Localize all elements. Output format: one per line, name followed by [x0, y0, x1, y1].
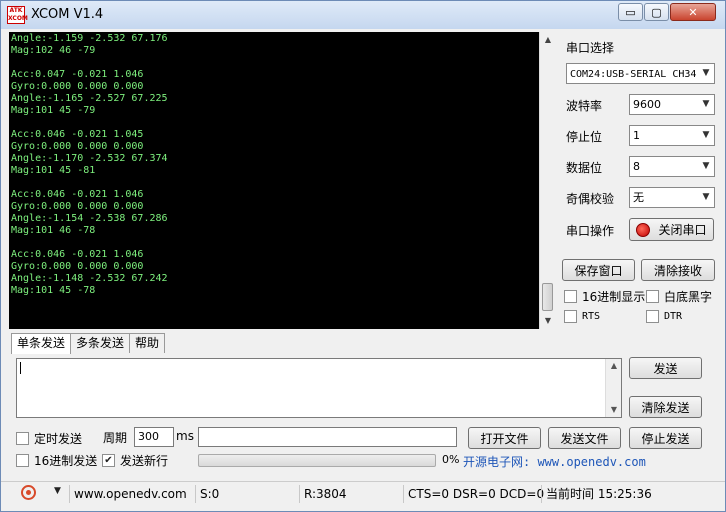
window-title: XCOM V1.4 — [31, 7, 104, 22]
save-window-button[interactable]: 保存窗口 — [562, 259, 635, 281]
stopbit-select[interactable]: 1 ▼ — [629, 125, 715, 146]
port-select[interactable]: COM24:USB-SERIAL CH34 ▼ — [566, 63, 715, 84]
clear-send-button[interactable]: 清除发送 — [629, 396, 702, 418]
period-input[interactable]: 300 — [134, 427, 174, 447]
period-label: 周期 — [103, 431, 128, 445]
status-time: 当前时间 15:25:36 — [541, 485, 721, 503]
scroll-down-icon[interactable]: ▼ — [540, 313, 556, 329]
rts-checkbox[interactable]: RTS — [564, 310, 600, 323]
open-file-button[interactable]: 打开文件 — [468, 427, 541, 449]
receive-area[interactable]: Angle:-1.159 -2.532 67.176 Mag:102 46 -7… — [9, 32, 539, 329]
parity-select[interactable]: 无 ▼ — [629, 187, 715, 208]
receive-scrollbar[interactable]: ▲ ▼ — [539, 32, 555, 329]
status-bar: www.openedv.com S:0 R:3804 CTS=0 DSR=0 D… — [1, 481, 725, 505]
tab-multi-send[interactable]: 多条发送 — [70, 333, 131, 353]
check-icon: ✔ — [102, 454, 115, 467]
progress-text: 0% — [442, 453, 460, 466]
minimize-button[interactable]: ▭ — [618, 3, 643, 21]
scroll-up-icon[interactable]: ▲ — [540, 32, 556, 48]
scroll-thumb[interactable] — [542, 283, 553, 311]
chevron-down-icon: ▼ — [702, 161, 710, 171]
baud-select[interactable]: 9600 ▼ — [629, 94, 715, 115]
chevron-down-icon: ▼ — [702, 192, 710, 202]
chevron-down-icon: ▼ — [702, 99, 710, 109]
baud-label: 波特率 — [566, 99, 603, 113]
chevron-down-icon: ▼ — [702, 68, 710, 78]
scroll-up-icon[interactable]: ▲ — [606, 359, 622, 373]
databit-select[interactable]: 8 ▼ — [629, 156, 715, 177]
xcom-window: ATK XCOM XCOM V1.4 ▭ ▢ ✕ Angle:-1.159 -2… — [0, 0, 726, 512]
record-indicator-icon — [636, 222, 651, 237]
status-url[interactable]: www.openedv.com — [69, 485, 195, 503]
promo-link[interactable]: 开源电子网: www.openedv.com — [463, 452, 703, 472]
clear-receive-button[interactable]: 清除接收 — [641, 259, 715, 281]
send-scrollbar[interactable]: ▲ ▼ — [605, 359, 621, 417]
send-input[interactable]: ▲ ▼ — [16, 358, 622, 418]
hex-send-checkbox[interactable]: 16进制发送 — [16, 452, 97, 469]
stopbit-label: 停止位 — [566, 130, 603, 144]
send-tabs: 单条发送 多条发送 帮助 — [11, 333, 166, 354]
databit-label: 数据位 — [566, 161, 603, 175]
hex-display-checkbox[interactable]: 16进制显示 — [564, 288, 645, 305]
chevron-down-icon: ▼ — [702, 130, 710, 140]
tab-help[interactable]: 帮助 — [129, 333, 166, 353]
chevron-down-icon[interactable]: ▼ — [54, 486, 61, 496]
receive-text: Angle:-1.159 -2.532 67.176 Mag:102 46 -7… — [11, 33, 168, 296]
scroll-down-icon[interactable]: ▼ — [606, 403, 622, 417]
maximize-button[interactable]: ▢ — [644, 3, 669, 21]
file-path-input[interactable] — [198, 427, 457, 447]
close-port-button[interactable]: 关闭串口 — [629, 218, 714, 241]
parity-label: 奇偶校验 — [566, 192, 615, 206]
stop-send-button[interactable]: 停止发送 — [629, 427, 702, 449]
close-button[interactable]: ✕ — [670, 3, 716, 21]
period-unit: ms — [176, 429, 194, 443]
send-newline-checkbox[interactable]: ✔ 发送新行 — [102, 452, 168, 469]
status-send-count: S:0 — [195, 485, 299, 503]
timed-send-checkbox[interactable]: 定时发送 — [16, 430, 82, 447]
send-button[interactable]: 发送 — [629, 357, 702, 379]
text-caret — [20, 362, 21, 374]
status-receive-count: R:3804 — [299, 485, 403, 503]
send-progress-bar — [198, 454, 436, 467]
status-lines: CTS=0 DSR=0 DCD=0 — [403, 485, 544, 503]
stop-record-icon[interactable] — [21, 485, 36, 500]
xcom-logo-icon: ATK XCOM — [7, 6, 28, 24]
port-label: 串口选择 — [566, 41, 615, 55]
tab-single-send[interactable]: 单条发送 — [11, 333, 72, 354]
send-file-button[interactable]: 发送文件 — [548, 427, 621, 449]
white-bg-checkbox[interactable]: 白底黑字 — [646, 288, 712, 305]
serial-op-label: 串口操作 — [566, 224, 615, 238]
dtr-checkbox[interactable]: DTR — [646, 310, 682, 323]
title-bar[interactable]: ATK XCOM XCOM V1.4 ▭ ▢ ✕ — [1, 1, 725, 29]
